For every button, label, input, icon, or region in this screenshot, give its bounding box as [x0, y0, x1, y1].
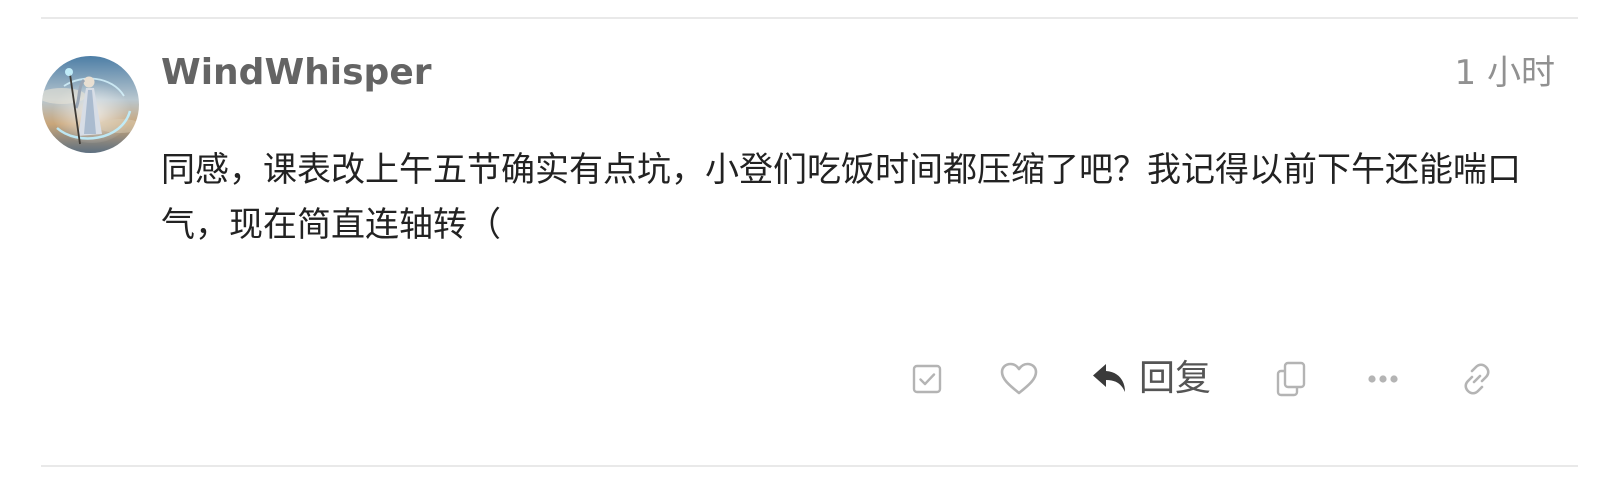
more-button[interactable]	[1362, 350, 1404, 408]
bottom-divider	[41, 465, 1578, 467]
post-time[interactable]: 1 小时	[1455, 50, 1555, 96]
heart-icon	[1000, 362, 1038, 395]
ellipsis-icon	[1368, 375, 1398, 383]
reply-button[interactable]: 回复	[1091, 350, 1221, 408]
checkbox-icon	[912, 364, 942, 394]
post-body: 同感，课表改上午五节确实有点坑，小登们吃饭时间都压缩了吧？我记得以前下午还能喘口…	[161, 150, 1521, 245]
copy-button[interactable]	[1270, 350, 1312, 408]
avatar[interactable]	[42, 56, 139, 153]
copy-icon	[1276, 361, 1306, 397]
reply-arrow-icon	[1093, 364, 1125, 392]
share-link-button[interactable]	[1455, 350, 1499, 408]
top-divider	[41, 17, 1578, 19]
avatar-image	[42, 56, 139, 153]
like-button[interactable]	[995, 350, 1043, 408]
reply-label: 回复	[1139, 358, 1212, 399]
author-name[interactable]: WindWhisper	[161, 50, 432, 96]
bookmark-button[interactable]	[906, 350, 948, 408]
link-icon	[1464, 363, 1490, 395]
